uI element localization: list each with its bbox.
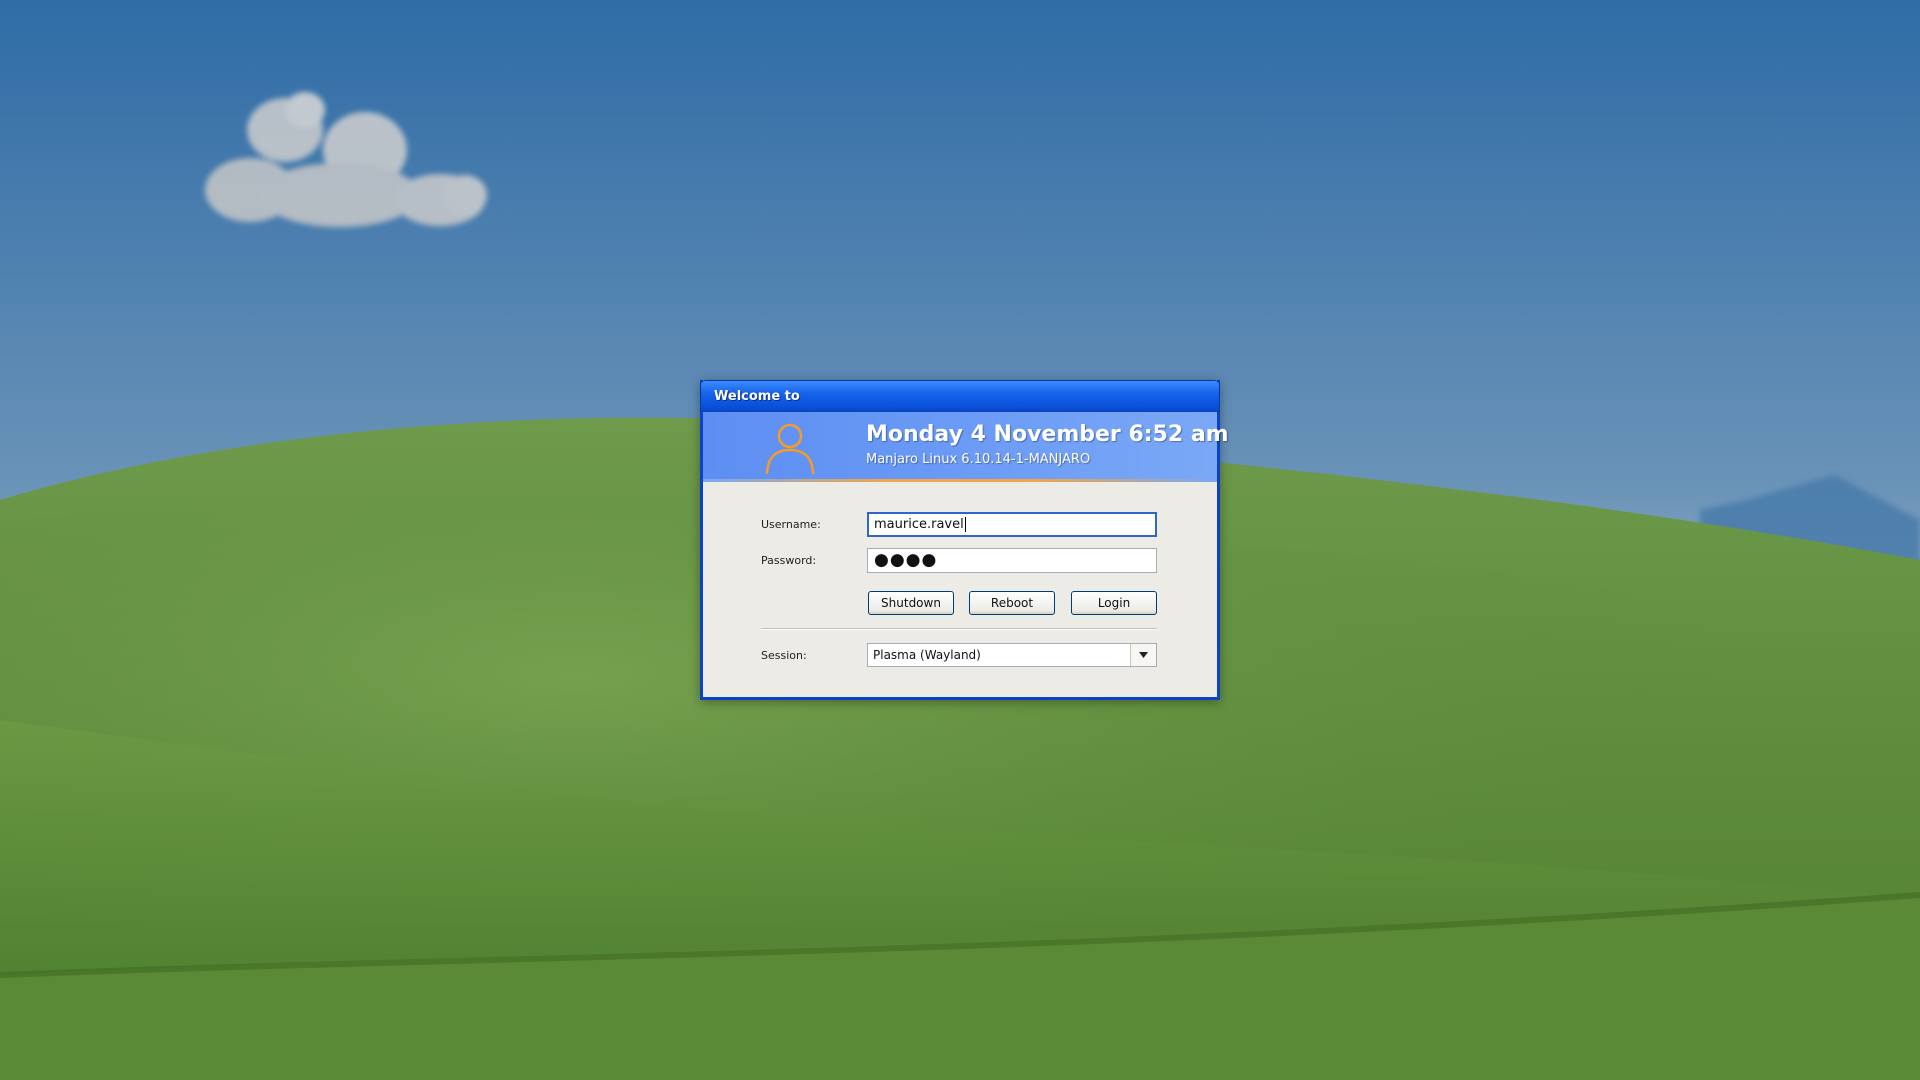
login-window: Welcome to Monday 4 November 6:52 am Man… xyxy=(700,380,1229,700)
login-button[interactable]: Login xyxy=(1071,591,1157,615)
password-label: Password: xyxy=(761,554,817,567)
text-caret xyxy=(964,517,966,532)
password-mask: ●●●● xyxy=(874,550,938,570)
session-value: Plasma (Wayland) xyxy=(873,648,981,662)
session-dropdown-button[interactable] xyxy=(1130,644,1156,666)
chevron-down-icon xyxy=(1139,652,1148,658)
user-icon xyxy=(765,423,815,475)
shutdown-button[interactable]: Shutdown xyxy=(868,591,954,615)
login-form: Username: maurice.ravel Password: ●●●● S… xyxy=(703,482,1217,694)
username-value: maurice.ravel xyxy=(874,517,964,532)
welcome-banner: Monday 4 November 6:52 am Manjaro Linux … xyxy=(703,412,1229,482)
title-bar: Welcome to xyxy=(700,380,1220,412)
session-select[interactable]: Plasma (Wayland) xyxy=(867,643,1157,667)
username-label: Username: xyxy=(761,518,821,531)
window-title: Welcome to xyxy=(714,389,800,404)
username-input[interactable]: maurice.ravel xyxy=(867,512,1157,537)
password-input[interactable]: ●●●● xyxy=(867,548,1157,573)
system-version: Manjaro Linux 6.10.14-1-MANJARO xyxy=(866,452,1091,467)
divider xyxy=(761,628,1157,630)
session-label: Session: xyxy=(761,649,807,662)
reboot-button[interactable]: Reboot xyxy=(969,591,1055,615)
datetime-heading: Monday 4 November 6:52 am xyxy=(866,422,1229,447)
